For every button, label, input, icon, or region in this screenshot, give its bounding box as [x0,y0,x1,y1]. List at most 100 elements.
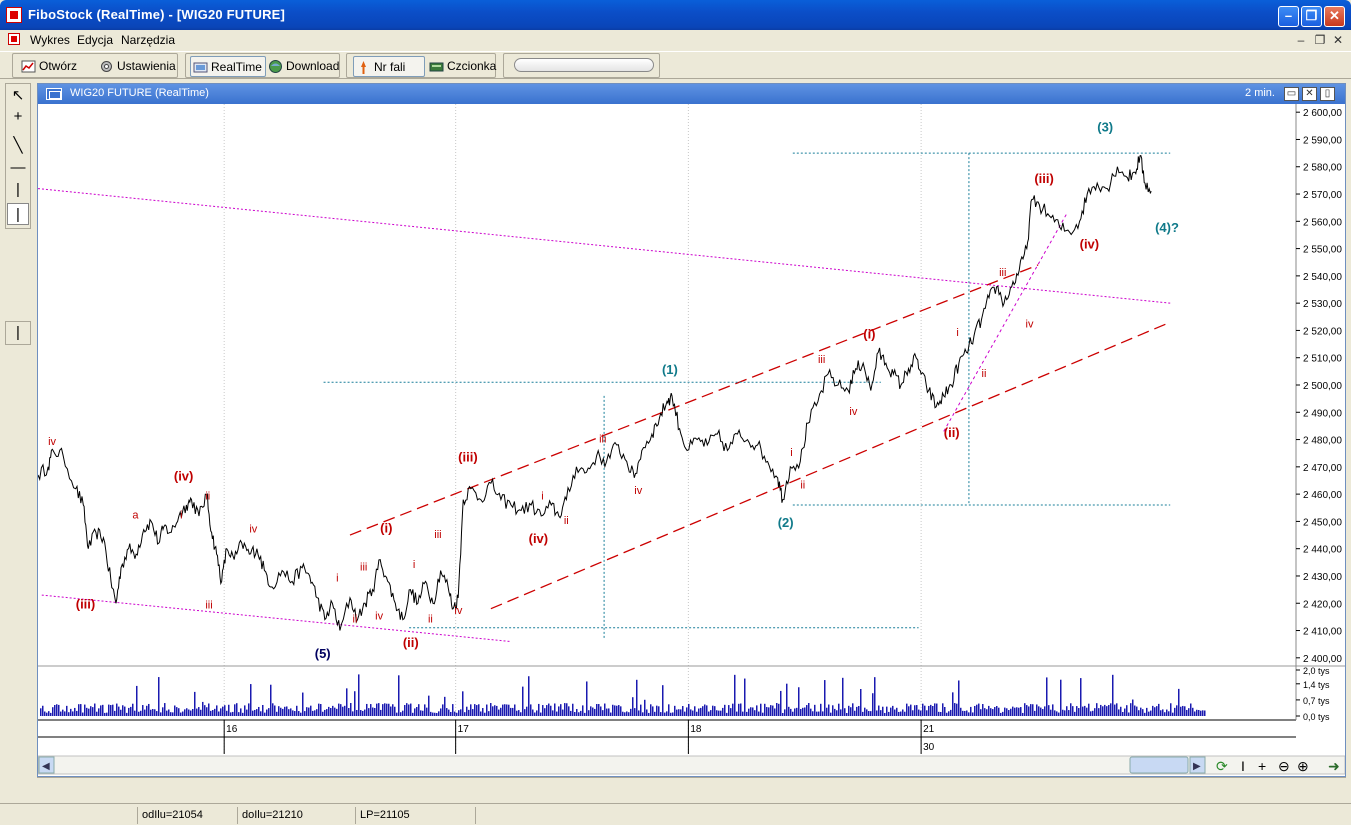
volume-bar [1122,711,1124,716]
volume-bar [440,708,442,716]
volume-bar [902,709,904,716]
child-close-button[interactable]: ✕ [1330,32,1346,48]
minimize-button[interactable]: – [1278,6,1299,27]
scroll-end-icon[interactable]: ➜ [1328,758,1340,774]
volume-bar [826,707,828,716]
chart-delete-icon[interactable]: ▯ [1320,87,1335,101]
volume-bar [898,711,900,716]
volume-bar [1102,706,1104,716]
status-lp: LP=21105 [355,807,475,824]
zoom-slider[interactable] [514,58,654,72]
document-icon[interactable] [8,33,20,45]
volume-bar [948,711,950,716]
chart-close-button[interactable]: ✕ [1302,87,1317,101]
volume-bar [926,710,928,716]
chart-maximize-button[interactable]: ▭ [1284,87,1299,101]
wave-label: ii [428,613,433,625]
volume-bar [462,691,464,716]
volume-bar [528,676,530,716]
volume-bar [102,704,104,716]
vertical-line-icon[interactable]: | [7,179,29,201]
volume-bar [744,678,746,716]
wave-label: i [336,572,338,584]
volume-bar [1172,712,1174,716]
menu-wykres[interactable]: Wykres [30,33,70,47]
volume-bar [500,707,502,716]
volume-bar [1162,709,1164,716]
close-button[interactable]: ✕ [1324,6,1345,27]
scroll-thumb[interactable] [1129,756,1189,774]
wave-trendline [943,212,1068,432]
wave-label: iii [818,354,825,366]
realtime-button[interactable]: RealTime [190,56,266,77]
volume-bar [824,680,826,716]
volume-bar [330,708,332,716]
volume-bar [820,703,822,716]
volume-bar [668,704,670,716]
horizontal-scrollbar[interactable]: ◀ ▶ ⟳ I + ⊖ ⊕ ➜ [38,755,1345,775]
menu-edycja[interactable]: Edycja [77,33,113,47]
diagonal-line-icon[interactable]: ╲ [7,135,29,157]
app-icon[interactable] [6,7,22,23]
volume-bar [850,707,852,716]
zoom-in-icon[interactable]: ⊕ [1297,758,1309,774]
wave-label: iv [849,406,857,418]
zoom-out-icon[interactable]: ⊖ [1278,758,1290,774]
volume-bar [226,710,228,716]
wave-label: i [790,447,792,459]
volume-bar [516,710,518,716]
volume-bar [946,712,948,716]
add-icon[interactable]: + [1258,758,1266,774]
volume-bar [258,706,260,716]
volume-bar [1164,712,1166,716]
volume-bar [690,709,692,716]
wave-label: iv [375,611,383,623]
volume-bar [272,703,274,716]
menu-narzedzia[interactable]: Narzędzia [121,33,175,47]
crosshair-icon[interactable]: + [7,106,29,128]
chart-canvas[interactable]: iv(iv)iiiaiii(iii)iv(5)iiiiii iv(i)i(ii)i… [38,104,1345,776]
open-button[interactable]: Otwórz [19,56,77,77]
cursor-icon[interactable]: I [1241,758,1245,774]
refresh-icon[interactable]: ⟳ [1216,758,1228,774]
font-button[interactable]: Czcionka [427,56,496,77]
download-button[interactable]: Download [266,56,339,77]
wave-icon [361,61,366,74]
status-bar: odIlu=21054 doIlu=21210 LP=21105 [0,803,1351,825]
child-minimize-button[interactable]: – [1293,32,1309,48]
volume-bar [512,707,514,716]
volume-bar [498,709,500,716]
volume-bar [1156,706,1158,716]
volume-bar [1154,707,1156,716]
chart-interval[interactable]: 2 min. [1245,87,1275,99]
marker-line-icon[interactable]: | [7,322,29,344]
volume-bar [614,705,616,716]
volume-bar [762,712,764,716]
child-restore-button[interactable]: ❐ [1312,32,1328,48]
volume-bar [894,709,896,716]
drawing-tools-extra: | [5,321,31,345]
month-label: 30 [923,742,935,753]
volume-bar [646,709,648,716]
settings-button[interactable]: Ustawienia [97,56,176,77]
volume-bar [184,709,186,716]
wave-number-button[interactable]: Nr fali [353,56,425,77]
volume-bar [856,706,858,716]
volume-bar [906,703,908,716]
volume-bar [288,709,290,716]
volume-bar [756,705,758,716]
vertical-line-active-icon[interactable]: | [7,203,29,225]
volume-bar [930,704,932,716]
channel-lower-line [490,321,1171,610]
volume-bar [644,699,646,716]
volume-bar [592,707,594,716]
pointer-icon[interactable]: ↖ [7,85,29,107]
volume-bar [626,711,628,716]
horizontal-line-icon[interactable]: — [7,157,29,179]
volume-bar [900,711,902,716]
volume-bar [872,693,874,716]
volume-bar [794,708,796,716]
volume-bar [784,709,786,716]
maximize-button[interactable]: ❐ [1301,6,1322,27]
chart-window-icon[interactable] [46,88,62,100]
